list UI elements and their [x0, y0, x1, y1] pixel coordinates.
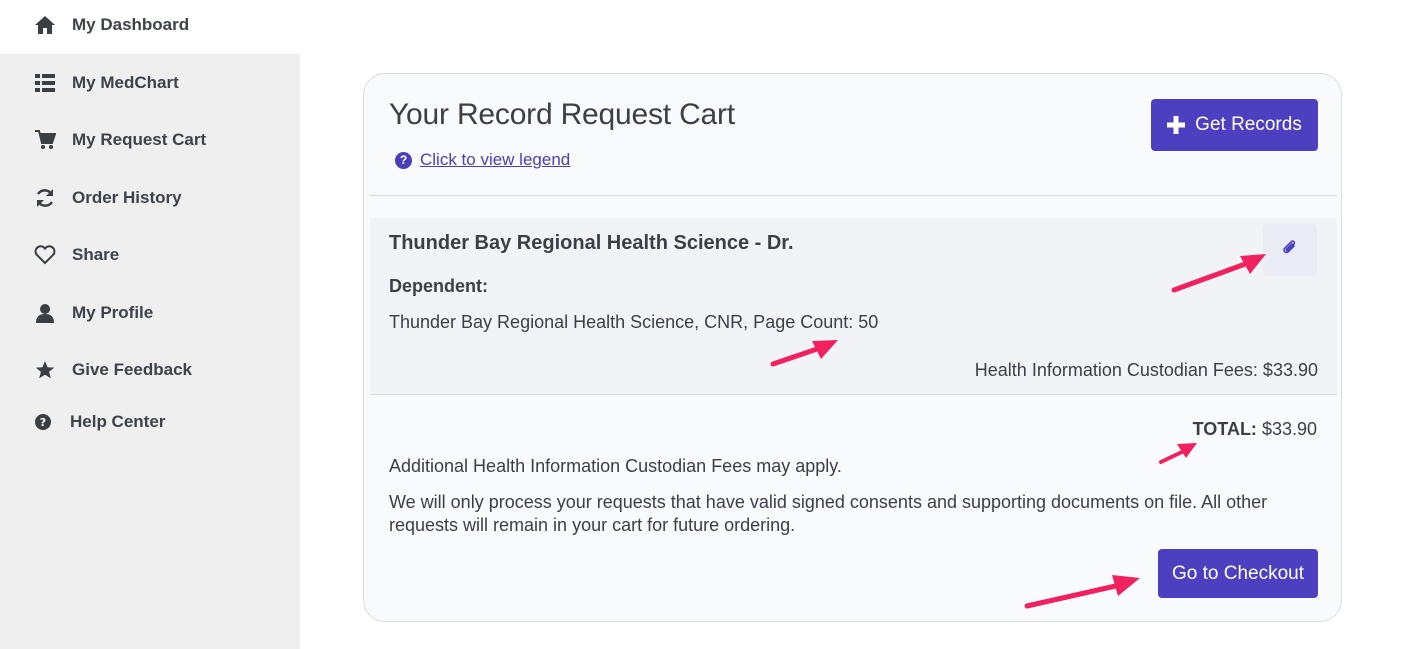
- home-icon: [33, 13, 57, 37]
- sidebar-item-label: Order History: [72, 188, 182, 207]
- heart-icon: [33, 243, 57, 267]
- sidebar-item-label: Help Center: [70, 412, 166, 431]
- sidebar-item-dashboard[interactable]: My Dashboard: [0, 5, 300, 45]
- view-legend-link[interactable]: ? Click to view legend: [395, 150, 570, 170]
- sidebar-item-label: Share: [72, 245, 120, 264]
- sidebar-item-label: My Profile: [72, 303, 154, 322]
- cart-item: Thunder Bay Regional Health Science - Dr…: [370, 218, 1337, 394]
- cart-icon: [33, 128, 57, 152]
- question-circle-icon: ?: [31, 410, 55, 434]
- page-title: Your Record Request Cart: [389, 98, 735, 131]
- cart-total: TOTAL: $33.90: [1193, 419, 1317, 440]
- sidebar-item-share[interactable]: Share: [0, 235, 300, 275]
- get-records-label: Get Records: [1195, 114, 1302, 135]
- sidebar-nav: My Dashboard My MedChart My Request Cart…: [0, 0, 300, 649]
- sidebar-item-request-cart[interactable]: My Request Cart: [0, 120, 300, 160]
- total-value: $33.90: [1256, 419, 1317, 439]
- question-circle-icon: ?: [395, 151, 412, 169]
- get-records-button[interactable]: Get Records: [1151, 99, 1318, 151]
- record-request-cart-card: Your Record Request Cart ? Click to view…: [363, 73, 1342, 622]
- cart-item-detail: Thunder Bay Regional Health Science, CNR…: [389, 312, 879, 332]
- sidebar-item-feedback[interactable]: Give Feedback: [0, 350, 300, 390]
- cart-item-title: Thunder Bay Regional Health Science - Dr…: [389, 232, 794, 254]
- sidebar-item-label: My MedChart: [72, 73, 179, 92]
- divider: [370, 394, 1337, 395]
- refresh-icon: [33, 186, 57, 210]
- svg-text:?: ?: [40, 416, 46, 429]
- view-legend-label: Click to view legend: [420, 150, 571, 169]
- paperclip-icon: [1282, 239, 1298, 262]
- dependent-label: Dependent:: [389, 276, 488, 296]
- divider: [370, 195, 1337, 196]
- sidebar-item-medchart[interactable]: My MedChart: [0, 63, 300, 103]
- star-icon: [33, 358, 57, 382]
- list-icon: [33, 71, 57, 95]
- sidebar-item-label: My Dashboard: [72, 15, 190, 34]
- sidebar-item-help-center[interactable]: ? Help Center: [0, 402, 300, 442]
- custodian-fees: Health Information Custodian Fees: $33.9…: [974, 360, 1318, 380]
- sidebar-item-label: Give Feedback: [72, 360, 193, 379]
- plus-icon: [1167, 111, 1186, 139]
- processing-note: We will only process your requests that …: [389, 492, 1268, 535]
- attach-documents-button[interactable]: [1263, 224, 1317, 276]
- total-label: TOTAL:: [1192, 419, 1257, 439]
- sidebar-item-profile[interactable]: My Profile: [0, 293, 300, 333]
- user-icon: [33, 301, 57, 325]
- sidebar-item-label: My Request Cart: [72, 130, 207, 149]
- go-to-checkout-button[interactable]: Go to Checkout: [1158, 549, 1318, 598]
- additional-fees-note: Additional Health Information Custodian …: [389, 456, 842, 476]
- sidebar-item-order-history[interactable]: Order History: [0, 178, 300, 218]
- checkout-label: Go to Checkout: [1171, 562, 1305, 584]
